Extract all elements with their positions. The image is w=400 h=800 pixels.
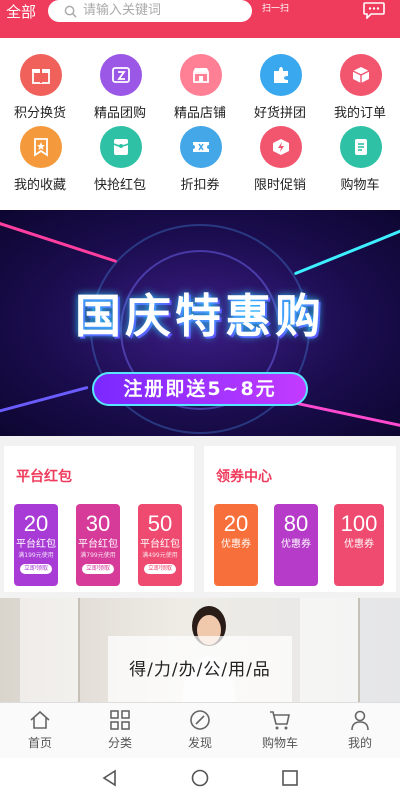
- panel-title: 平台红包: [16, 469, 72, 485]
- scan-button[interactable]: 扫一扫: [262, 3, 289, 15]
- menu-item-label: 我的收藏: [13, 178, 66, 193]
- red-packet-icon: [100, 126, 142, 168]
- compass-icon: [190, 710, 210, 730]
- platform-ticket[interactable]: 30 平台红包 满799元使用 立即领取: [76, 504, 120, 586]
- center-ticket[interactable]: 20 优惠券: [214, 504, 258, 586]
- flash-sale-icon: [260, 126, 302, 168]
- home-circle-icon[interactable]: [190, 768, 210, 788]
- cart-icon: [270, 711, 290, 730]
- menu-item-label: 积分换货: [13, 106, 66, 121]
- tab-label: 我的: [347, 736, 372, 750]
- claim-button[interactable]: 立即领取: [82, 564, 114, 574]
- search-icon: [64, 5, 77, 18]
- banner-subtitle-pill: 注册即送5~8元: [92, 372, 308, 406]
- banner-streak-decoration: [293, 227, 400, 276]
- ticket-label: 平台红包: [78, 539, 118, 550]
- menu-item-label: 我的订单: [333, 106, 386, 121]
- product-caption: 得/力/办/公/用/品: [129, 660, 271, 680]
- product-caption-box: 得/力/办/公/用/品: [108, 636, 292, 702]
- menu-item-label: 精品团购: [93, 106, 146, 121]
- tab-label: 购物车: [261, 736, 298, 750]
- store-icon: [180, 54, 222, 96]
- menu-item-label: 折扣券: [180, 178, 220, 193]
- gift-icon: [20, 54, 62, 96]
- ticket-amount: 100: [340, 511, 378, 536]
- recents-square-icon[interactable]: [280, 768, 300, 788]
- discount-coupon-icon: [180, 126, 222, 168]
- home-icon: [30, 710, 50, 729]
- ticket-label: 平台红包: [16, 539, 56, 550]
- menu-item-flash-sale[interactable]: 限时促销: [240, 126, 320, 196]
- coupon-section: 平台红包 20 平台红包 满199元使用 立即领取 30 平台红包 满799元使…: [0, 436, 400, 598]
- tab-label: 发现: [187, 736, 212, 750]
- menu-item-label: 购物车: [340, 178, 380, 193]
- grid-icon: [110, 710, 130, 730]
- menu-item-group-buy[interactable]: 精品团购: [80, 54, 160, 124]
- banner-streak-decoration: [0, 219, 118, 264]
- menu-item-label: 快抢红包: [93, 178, 146, 193]
- banner-title: 国庆特惠购: [75, 289, 325, 343]
- banner-subtitle: 注册即送5~8元: [123, 378, 277, 400]
- puzzle-icon: [260, 54, 302, 96]
- ticket-condition: 满199元使用: [18, 552, 54, 559]
- ticket-label: 平台红包: [140, 539, 180, 550]
- group-buy-icon: [100, 54, 142, 96]
- coupon-center-panel[interactable]: 领券中心 20 优惠券 80 优惠券 100 优惠券: [204, 446, 396, 592]
- menu-item-discount-coupon[interactable]: 折扣券: [160, 126, 240, 196]
- office-window-decoration: [20, 598, 80, 702]
- tab-category[interactable]: 分类: [80, 703, 160, 759]
- menu-item-group-deal[interactable]: 好货拼团: [240, 54, 320, 124]
- category-all-button[interactable]: 全部: [6, 2, 36, 22]
- chat-bubble-icon[interactable]: [363, 1, 385, 19]
- bookmark-icon: [20, 126, 62, 168]
- tab-label: 首页: [27, 736, 52, 750]
- ticket-label: 优惠券: [344, 539, 374, 550]
- tab-label: 分类: [107, 736, 132, 750]
- order-box-icon: [340, 54, 382, 96]
- menu-item-points-exchange[interactable]: 积分换货: [0, 54, 80, 124]
- cart-icon: [340, 126, 382, 168]
- platform-ticket[interactable]: 50 平台红包 满499元使用 立即领取: [138, 504, 182, 586]
- office-window-decoration: [300, 598, 360, 702]
- menu-item-label: 精品店铺: [173, 106, 226, 121]
- user-icon: [351, 710, 369, 731]
- ticket-amount: 20: [23, 511, 49, 536]
- menu-item-red-packet[interactable]: 快抢红包: [80, 126, 160, 196]
- ticket-amount: 20: [223, 511, 249, 536]
- ticket-condition: 满499元使用: [142, 552, 178, 559]
- tab-discover[interactable]: 发现: [160, 703, 240, 759]
- claim-button[interactable]: 立即领取: [20, 564, 52, 574]
- promo-banner[interactable]: 国庆特惠购 注册即送5~8元: [0, 210, 400, 436]
- banner-streak-decoration: [0, 385, 89, 418]
- claim-button[interactable]: 立即领取: [144, 564, 176, 574]
- menu-item-premium-store[interactable]: 精品店铺: [160, 54, 240, 124]
- center-ticket[interactable]: 80 优惠券: [274, 504, 318, 586]
- menu-item-cart[interactable]: 购物车: [320, 126, 400, 196]
- ticket-label: 优惠券: [281, 539, 311, 550]
- platform-red-packet-panel[interactable]: 平台红包 20 平台红包 满199元使用 立即领取 30 平台红包 满799元使…: [4, 446, 194, 592]
- ticket-label: 优惠券: [221, 539, 251, 550]
- quick-menu-grid: 积分换货 精品团购 精品店铺 好货拼团 我的订单 我的收藏 快抢红包 折扣券 限…: [0, 46, 400, 202]
- ticket-amount: 50: [147, 511, 173, 536]
- panel-title: 领券中心: [216, 469, 272, 485]
- ticket-amount: 80: [283, 511, 309, 536]
- platform-ticket[interactable]: 20 平台红包 满199元使用 立即领取: [14, 504, 58, 586]
- tab-home[interactable]: 首页: [0, 703, 80, 759]
- system-navigation-bar: [0, 758, 400, 800]
- ticket-condition: 满799元使用: [80, 552, 116, 559]
- search-placeholder: 请输入关键词: [83, 3, 162, 18]
- ticket-amount: 30: [85, 511, 111, 536]
- top-header: 全部 请输入关键词 扫一扫: [0, 0, 400, 38]
- tab-mine[interactable]: 我的: [320, 703, 400, 759]
- center-ticket[interactable]: 100 优惠券: [334, 504, 384, 586]
- tab-cart[interactable]: 购物车: [240, 703, 320, 759]
- menu-item-label: 好货拼团: [253, 106, 306, 121]
- search-input[interactable]: 请输入关键词: [48, 0, 252, 22]
- menu-item-my-favorites[interactable]: 我的收藏: [0, 126, 80, 196]
- bottom-tab-bar: 首页 分类 发现 购物车 我的: [0, 702, 400, 758]
- menu-item-label: 限时促销: [253, 178, 306, 193]
- product-banner[interactable]: 得/力/办/公/用/品: [0, 598, 400, 702]
- back-triangle-icon[interactable]: [100, 768, 120, 788]
- menu-item-my-orders[interactable]: 我的订单: [320, 54, 400, 124]
